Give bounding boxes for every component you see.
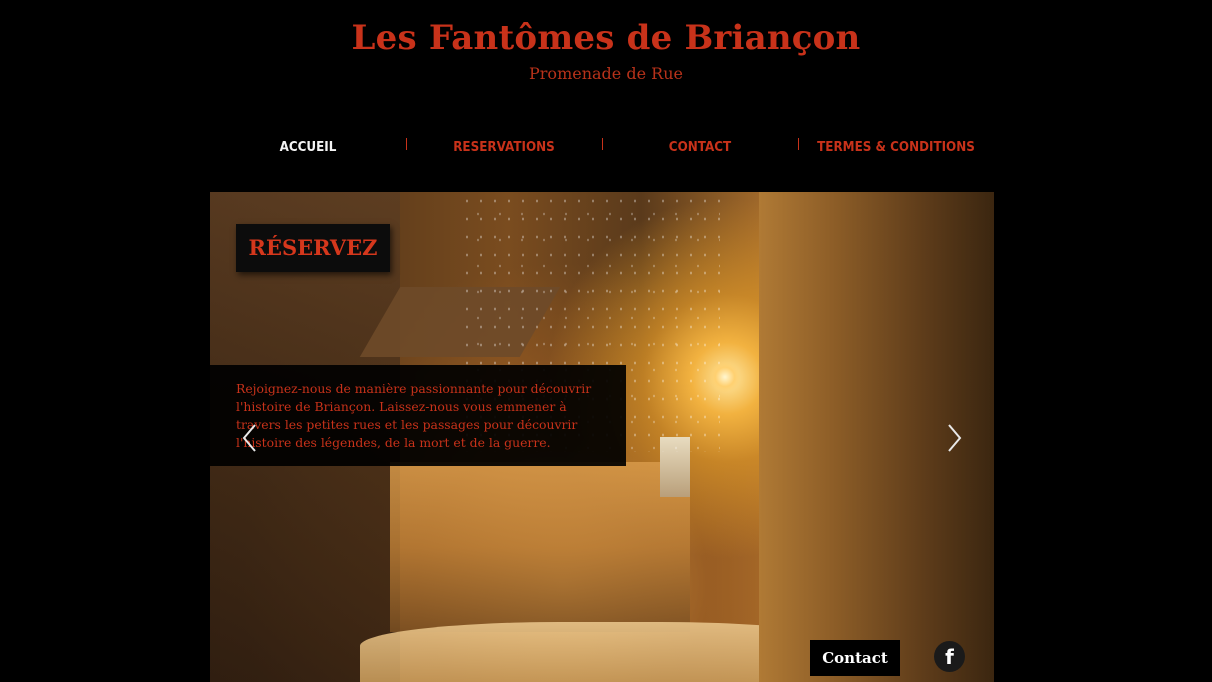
nav-item-termes-conditions[interactable]: TERMES & CONDITIONS: [806, 138, 986, 158]
nav-item-reservations[interactable]: RESERVATIONS: [414, 138, 594, 158]
intro-text-box: Rejoignez-nous de manière passionnante p…: [210, 365, 626, 466]
intro-text: Rejoignez-nous de manière passionnante p…: [236, 381, 592, 450]
chevron-right-icon: [948, 424, 962, 452]
nav-separator: [602, 138, 603, 150]
facebook-link[interactable]: f: [934, 641, 965, 672]
slideshow-next-button[interactable]: [944, 423, 964, 453]
facebook-icon: f: [945, 645, 954, 669]
nav-item-accueil[interactable]: ACCUEIL: [218, 138, 398, 158]
nav-separator: [798, 138, 799, 150]
slideshow-prev-button[interactable]: [240, 423, 260, 453]
chevron-left-icon: [242, 424, 256, 452]
reserve-button[interactable]: RÉSERVEZ: [236, 224, 390, 272]
contact-button[interactable]: Contact: [810, 640, 900, 676]
main-nav: ACCUEIL RESERVATIONS CONTACT TERMES & CO…: [210, 138, 994, 158]
site-subtitle: Promenade de Rue: [529, 64, 683, 83]
hero-image-streetlamp: [710, 362, 740, 392]
nav-separator: [406, 138, 407, 150]
contact-button-label: Contact: [822, 649, 888, 667]
hero-image-houses: [390, 462, 690, 632]
site-title: Les Fantômes de Briançon: [351, 18, 861, 58]
nav-item-contact[interactable]: CONTACT: [610, 138, 790, 158]
reserve-button-label: RÉSERVEZ: [248, 235, 378, 260]
